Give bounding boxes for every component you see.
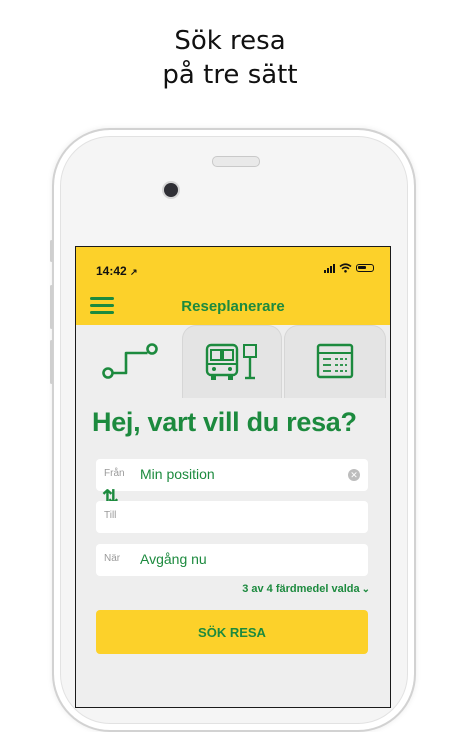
route-icon xyxy=(102,343,158,379)
phone-mute-switch xyxy=(50,240,53,262)
when-label: När xyxy=(104,553,121,564)
search-button[interactable]: SÖK RESA xyxy=(96,610,368,654)
phone-speaker xyxy=(212,156,260,167)
status-time: 14:42 ↗ xyxy=(96,264,138,278)
to-label: Till xyxy=(104,510,117,521)
tab-timetable[interactable] xyxy=(284,325,386,398)
battery-icon xyxy=(356,264,374,272)
from-label: Från xyxy=(104,468,125,479)
from-value: Min position xyxy=(140,466,215,482)
tab-route-search[interactable] xyxy=(82,325,178,397)
caption-line-2: på tre sätt xyxy=(162,60,298,90)
tab-stop-search[interactable] xyxy=(182,325,282,398)
timetable-icon xyxy=(316,343,354,379)
phone-volume-down xyxy=(50,340,53,384)
caption-line-1: Sök resa xyxy=(174,26,286,56)
to-field[interactable]: Till xyxy=(96,501,368,533)
phone-volume-up xyxy=(50,285,53,329)
when-field[interactable]: När Avgång nu xyxy=(96,544,368,576)
promo-caption: Sök resa på tre sätt xyxy=(0,24,460,92)
page-heading: Hej, vart vill du resa? xyxy=(92,407,357,437)
transport-modes-text: 3 av 4 färdmedel valda xyxy=(242,583,360,595)
app-title: Reseplanerare xyxy=(181,298,285,315)
status-time-text: 14:42 xyxy=(96,264,127,278)
bus-stop-icon xyxy=(205,343,257,380)
when-value: Avgång nu xyxy=(140,551,207,567)
transport-modes-toggle[interactable]: 3 av 4 färdmedel valda ⌄ xyxy=(242,583,370,595)
status-icons xyxy=(324,263,374,273)
clear-icon[interactable]: ✕ xyxy=(348,469,360,481)
wifi-icon xyxy=(339,263,352,273)
chevron-down-icon: ⌄ xyxy=(361,584,370,595)
app-header: 14:42 ↗ Reseplanerare xyxy=(76,247,390,325)
phone-camera xyxy=(164,183,178,197)
location-arrow-icon: ↗ xyxy=(130,267,138,277)
app-screen: 14:42 ↗ Reseplanerare Hej, vart vill du … xyxy=(75,246,391,708)
from-field[interactable]: Från Min position ✕ xyxy=(96,459,368,491)
signal-icon xyxy=(324,263,335,273)
